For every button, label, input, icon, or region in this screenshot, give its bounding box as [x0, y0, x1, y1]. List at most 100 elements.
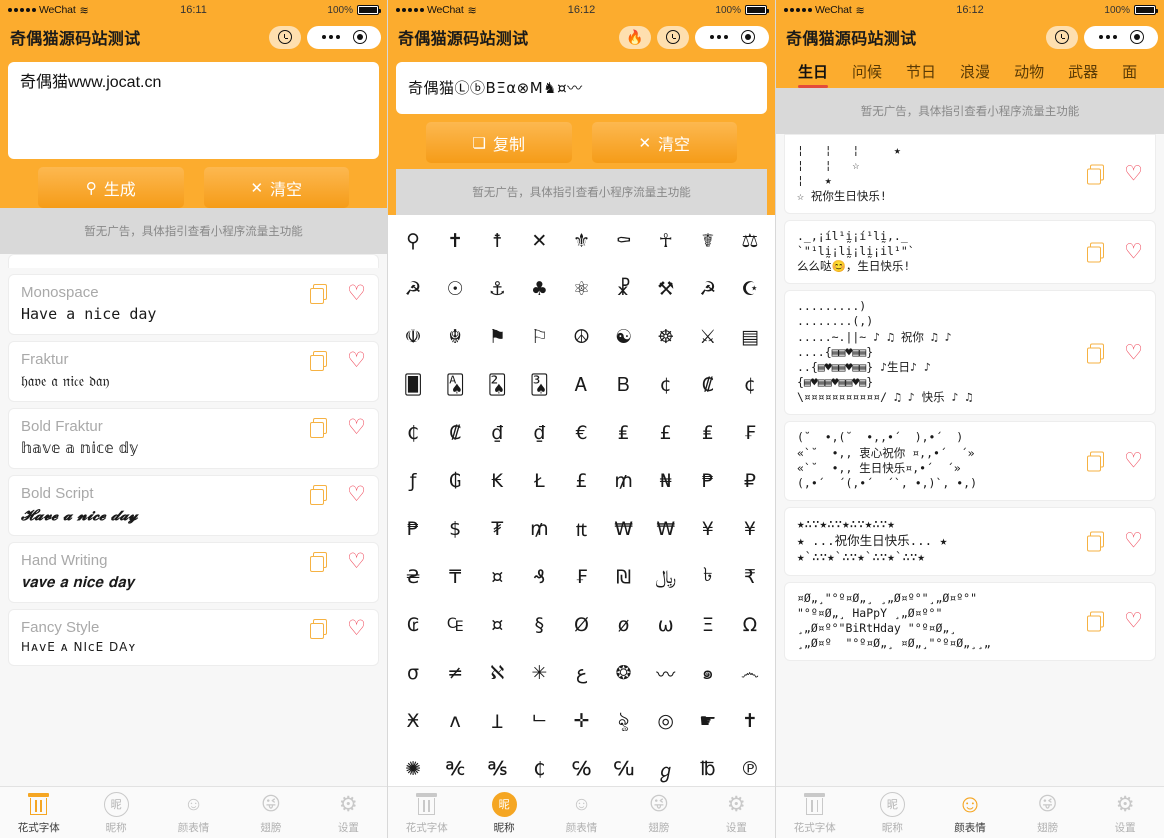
list-item[interactable]: Monospace Have a nice day ♡: [8, 274, 379, 335]
list-item[interactable]: ¤Ø„¸"°º¤Ø„¸ ¸„Ø¤º°"¸„Ø¤º°" "°º¤Ø„¸ HaPpY…: [784, 581, 1156, 662]
symbol-cell[interactable]: ⚜: [560, 217, 602, 265]
symbol-cell[interactable]: ♣: [518, 265, 560, 313]
symbol-cell[interactable]: ☛: [687, 697, 729, 745]
symbol-cell[interactable]: Ω: [729, 601, 771, 649]
tab-settings[interactable]: ⚙ 设置: [698, 791, 775, 835]
symbol-cell[interactable]: ☪: [729, 265, 771, 313]
list-item[interactable]: Bold Fraktur 𝕙𝕒𝕧𝕖 𝕒 𝕟𝕚𝕔𝕖 𝕕𝕪 ♡: [8, 408, 379, 469]
capsule-menu[interactable]: [695, 25, 769, 49]
symbol-cell[interactable]: ₩: [603, 505, 645, 553]
symbol-cell[interactable]: ₰: [518, 553, 560, 601]
tab-nickname[interactable]: 昵 昵称: [854, 791, 932, 835]
emoticon-list[interactable]: ¦ ¦ ¦ ★ ¦ ¦ ☆ ¦ ★ ☆ 祝你生日快乐! ♡ ._,¡íl¹ḭ¡í…: [776, 134, 1164, 786]
symbol-cell[interactable]: ع: [560, 649, 602, 697]
tab-wings[interactable]: 😜 翅膀: [232, 791, 309, 835]
list-item-partial[interactable]: [8, 254, 379, 268]
tab-fancy-font[interactable]: 花式字体: [388, 791, 465, 835]
copy-icon[interactable]: [1087, 242, 1105, 263]
symbol-cell[interactable]: ƒ: [392, 457, 434, 505]
list-item[interactable]: Fraktur 𝔥𝔞𝔳𝔢 𝔞 𝔫𝔦𝔠𝔢 𝔡𝔞𝔶 ♡: [8, 341, 379, 402]
symbol-cell[interactable]: ᄂ: [518, 697, 560, 745]
list-item[interactable]: ¦ ¦ ¦ ★ ¦ ¦ ☆ ¦ ★ ☆ 祝你生日快乐! ♡: [784, 134, 1156, 214]
copy-icon[interactable]: [310, 351, 328, 371]
symbol-cell[interactable]: ℀: [434, 745, 476, 786]
tab-wings[interactable]: 😜 翅膀: [620, 791, 697, 835]
symbol-cell[interactable]: ₹: [729, 553, 771, 601]
symbol-cell[interactable]: ⚒: [645, 265, 687, 313]
symbol-cell[interactable]: ₫: [518, 409, 560, 457]
symbol-cell[interactable]: ✝: [729, 697, 771, 745]
symbol-cell[interactable]: ❂: [603, 649, 645, 697]
copy-icon[interactable]: [310, 418, 328, 438]
tab-emoticon[interactable]: ☺ 颜表情: [931, 791, 1009, 835]
symbol-cell[interactable]: ☸: [645, 313, 687, 361]
heart-icon[interactable]: ♡: [347, 283, 366, 304]
symbol-cell[interactable]: ☭: [392, 265, 434, 313]
recent-button[interactable]: [657, 25, 689, 49]
symbol-cell[interactable]: ☉: [434, 265, 476, 313]
symbol-cell[interactable]: ☯: [603, 313, 645, 361]
text-input[interactable]: 奇偶猫ⓁⓑBΞα⊗M♞¤〰: [396, 62, 767, 114]
symbol-cell[interactable]: 🂣: [518, 361, 560, 409]
copy-icon[interactable]: [1087, 451, 1105, 472]
list-item[interactable]: Bold Script 𝓗𝓪𝓿𝓮 𝓪 𝓷𝓲𝓬𝓮 𝓭𝓪𝔂 ♡: [8, 475, 379, 536]
heart-icon[interactable]: ♡: [1124, 241, 1143, 262]
symbol-cell[interactable]: ◎: [645, 697, 687, 745]
symbol-cell[interactable]: ₪: [603, 553, 645, 601]
symbol-cell[interactable]: ℁: [476, 745, 518, 786]
symbol-cell[interactable]: ¤: [476, 553, 518, 601]
symbol-cell[interactable]: ☧: [603, 265, 645, 313]
clear-button[interactable]: ✕ 清空: [591, 122, 737, 163]
symbol-cell[interactable]: σ: [392, 649, 434, 697]
symbol-cell[interactable]: Ʇ: [476, 697, 518, 745]
symbol-cell[interactable]: ℅: [560, 745, 602, 786]
symbol-cell[interactable]: 〰: [645, 649, 687, 697]
symbol-cell[interactable]: ☤: [687, 217, 729, 265]
tab-fancy-font[interactable]: 花式字体: [0, 791, 77, 835]
generate-button[interactable]: ⚲ 生成: [38, 167, 184, 208]
tab-settings[interactable]: ⚙ 设置: [1086, 791, 1164, 835]
symbol-cell[interactable]: ▤: [729, 313, 771, 361]
symbol-cell[interactable]: ☬: [434, 313, 476, 361]
symbol-cell[interactable]: ₶: [560, 505, 602, 553]
tab-wings[interactable]: 😜 翅膀: [1009, 791, 1087, 835]
symbol-cell[interactable]: ⚓: [476, 265, 518, 313]
symbol-cell[interactable]: ☮: [560, 313, 602, 361]
symbol-cell[interactable]: ⚐: [518, 313, 560, 361]
symbol-cell[interactable]: ₤: [687, 409, 729, 457]
symbol-cell[interactable]: ₸: [434, 553, 476, 601]
text-input[interactable]: 奇偶猫www.jocat.cn: [8, 62, 379, 159]
recent-button[interactable]: [269, 25, 301, 49]
symbol-cell[interactable]: ₽: [729, 457, 771, 505]
capsule-menu[interactable]: [307, 25, 381, 49]
symbol-cell[interactable]: ₦: [645, 457, 687, 505]
symbol-cell[interactable]: Ᏼ: [603, 361, 645, 409]
symbol-cell[interactable]: ₢: [392, 601, 434, 649]
symbol-cell[interactable]: ๑: [687, 649, 729, 697]
heart-icon[interactable]: ♡: [347, 484, 366, 505]
symbol-cell[interactable]: Ξ: [687, 601, 729, 649]
symbol-cell[interactable]: ☭: [687, 265, 729, 313]
symbol-cell[interactable]: €: [560, 409, 602, 457]
symbol-cell[interactable]: ₵: [518, 745, 560, 786]
symbol-cell[interactable]: ω: [645, 601, 687, 649]
symbol-cell[interactable]: ✝: [434, 217, 476, 265]
list-item[interactable]: ._,¡íl¹ḭ¡í¹lḭ,._ `"¹lḭ¡lḭ¡lḭ¡il¹"` 么么哒😊，…: [784, 219, 1156, 285]
tab-romance[interactable]: 浪漫: [948, 54, 1002, 88]
copy-icon[interactable]: [310, 485, 328, 505]
symbol-cell[interactable]: ₠: [434, 601, 476, 649]
symbol-cell[interactable]: ₱: [687, 457, 729, 505]
symbol-cell[interactable]: ₡: [687, 361, 729, 409]
copy-icon[interactable]: [310, 552, 328, 572]
symbol-cell[interactable]: ¥: [729, 505, 771, 553]
tab-emoticon[interactable]: ☺ 颜表情: [155, 791, 232, 835]
symbol-cell[interactable]: ⚖: [729, 217, 771, 265]
symbol-cell[interactable]: ✳: [518, 649, 560, 697]
tab-fancy-font[interactable]: 花式字体: [776, 791, 854, 835]
copy-icon[interactable]: [1087, 343, 1105, 364]
symbol-cell[interactable]: ₮: [476, 505, 518, 553]
more-icon[interactable]: [1098, 35, 1117, 39]
tab-animal[interactable]: 动物: [1002, 54, 1056, 88]
symbol-cell[interactable]: ₥: [603, 457, 645, 505]
symbol-cell[interactable]: ৡ: [603, 697, 645, 745]
